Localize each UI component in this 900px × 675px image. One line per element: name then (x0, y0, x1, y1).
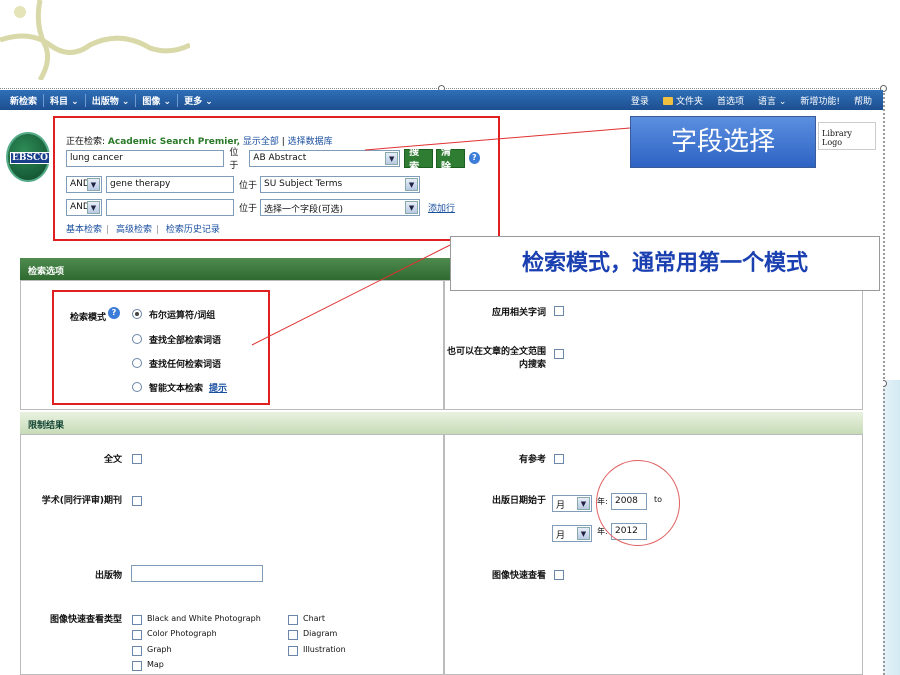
chevron-down-icon: ▼ (577, 497, 590, 510)
nav-language[interactable]: 语言 ⌄ (751, 94, 793, 107)
has-references-checkbox[interactable] (554, 454, 564, 464)
image-type-map-checkbox[interactable] (132, 661, 142, 671)
top-nav-bar: 新检索 科目 ⌄ 出版物 ⌄ 图像 ⌄ 更多 ⌄ 登录 文件夹 首选项 语言 ⌄… (0, 90, 883, 110)
search-mode-callout: 检索模式，通常用第一个模式 (450, 236, 880, 291)
image-type-chart-checkbox[interactable] (288, 615, 298, 625)
image-type-illustration-checkbox[interactable] (288, 646, 298, 656)
date-range-highlight-circle (596, 460, 680, 546)
pub-date-label: 出版日期始于 (491, 496, 546, 506)
limits-left-panel (20, 434, 444, 675)
has-references-label: 有参考 (518, 455, 546, 465)
chevron-down-icon: ▼ (577, 527, 590, 540)
nav-new-search[interactable]: 新检索 (4, 93, 45, 107)
related-words-label: 应用相关字词 (491, 308, 546, 318)
nav-help[interactable]: 帮助 (847, 94, 879, 107)
related-words-checkbox[interactable] (554, 306, 564, 316)
month-from-select[interactable]: 月 ▼ (552, 495, 592, 512)
search-mode-highlight (52, 290, 270, 405)
library-logo: Library Logo (818, 122, 876, 150)
folder-icon (662, 96, 673, 105)
image-type-color-photo-label: Color Photograph (147, 629, 217, 638)
options-right-panel (444, 280, 863, 410)
image-type-map-label: Map (147, 660, 164, 669)
search-form-highlight (53, 116, 500, 241)
nav-publications[interactable]: 出版物 ⌄ (86, 93, 137, 107)
nav-more[interactable]: 更多 ⌄ (178, 94, 219, 107)
peer-reviewed-checkbox[interactable] (132, 496, 142, 506)
nav-subjects[interactable]: 科目 ⌄ (44, 93, 86, 107)
full-text-checkbox[interactable] (132, 454, 142, 464)
image-quick-view-label: 图像快速查看 (491, 571, 546, 581)
publication-input[interactable] (131, 565, 263, 582)
full-text-label: 全文 (103, 455, 122, 465)
image-type-bw-photo-checkbox[interactable] (132, 615, 142, 625)
field-select-callout: 字段选择 (630, 116, 816, 168)
image-type-diagram-label: Diagram (303, 629, 338, 638)
image-type-graph-checkbox[interactable] (132, 646, 142, 656)
fulltext-search-checkbox[interactable] (554, 349, 564, 359)
ebsco-logo[interactable]: EBSCO (6, 132, 50, 182)
nav-new-features[interactable]: 新增功能! (793, 94, 847, 107)
nav-folder[interactable]: 文件夹 (656, 94, 710, 107)
nav-images[interactable]: 图像 ⌄ (136, 93, 179, 107)
fulltext-search-label: 也可以在文章的全文范围内搜索 (446, 347, 546, 370)
image-type-illustration-label: Illustration (303, 645, 346, 654)
image-type-graph-label: Graph (147, 645, 172, 654)
image-type-color-photo-checkbox[interactable] (132, 630, 142, 640)
nav-preferences[interactable]: 首选项 (710, 94, 751, 107)
publication-label: 出版物 (94, 571, 122, 581)
image-type-diagram-checkbox[interactable] (288, 630, 298, 640)
image-type-chart-label: Chart (303, 614, 325, 623)
vine-decoration (0, 0, 190, 80)
image-type-bw-photo-label: Black and White Photograph (147, 614, 261, 623)
nav-login[interactable]: 登录 (624, 94, 656, 107)
image-types-label: 图像快速查看类型 (49, 615, 122, 625)
month-to-select[interactable]: 月 ▼ (552, 525, 592, 542)
image-quick-view-checkbox[interactable] (554, 570, 564, 580)
peer-reviewed-label: 学术(同行评审)期刊 (41, 496, 122, 506)
limit-results-header: 限制结果 (20, 412, 863, 434)
